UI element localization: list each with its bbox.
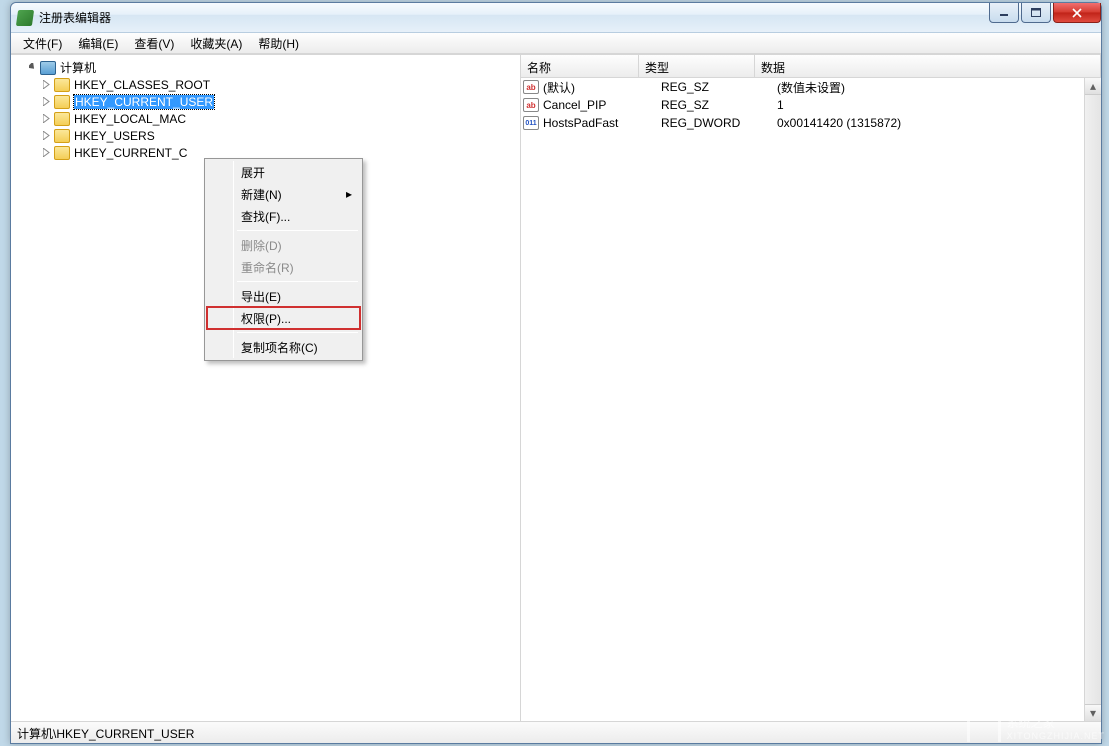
tree-pane[interactable]: 计算机 HKEY_CLASSES_ROOT HKEY_CURRENT_USER … [11,55,521,721]
expand-toggle-icon[interactable] [41,113,53,125]
folder-icon [54,146,70,160]
titlebar[interactable]: 注册表编辑器 [11,3,1101,33]
ctx-label: 展开 [241,164,265,181]
list-body: ab (默认) REG_SZ (数值未设置) ab Cancel_PIP REG… [521,78,1101,721]
registry-editor-window: 注册表编辑器 文件(F) 编辑(E) 查看(V) 收藏夹(A) 帮助(H) [10,2,1102,744]
window-title: 注册表编辑器 [39,9,111,26]
ctx-label: 新建(N) [241,186,282,203]
ctx-export[interactable]: 导出(E) [207,285,360,307]
scroll-down-arrow-icon[interactable]: ▾ [1085,704,1101,721]
list-header: 名称 类型 数据 [521,55,1101,78]
ctx-separator [237,281,358,282]
menu-favorites[interactable]: 收藏夹(A) [182,33,250,54]
tree-key-hkcu[interactable]: HKEY_CURRENT_USER [13,93,520,110]
expand-toggle-icon[interactable] [41,147,53,159]
tree-key-hku[interactable]: HKEY_USERS [13,127,520,144]
vertical-scrollbar[interactable]: ▴ ▾ [1084,78,1101,721]
ctx-label: 权限(P)... [241,310,291,327]
close-button[interactable] [1053,3,1101,23]
ctx-label: 导出(E) [241,288,281,305]
tree-label: HKEY_USERS [74,129,155,143]
ctx-find[interactable]: 查找(F)... [207,205,360,227]
value-list-pane[interactable]: 名称 类型 数据 ab (默认) REG_SZ (数值未设置) ab Cance… [521,55,1101,721]
cell-type: REG_SZ [661,80,777,94]
list-row[interactable]: 011 HostsPadFast REG_DWORD 0x00141420 (1… [521,114,1101,132]
ctx-label: 删除(D) [241,237,282,254]
tree-root-computer[interactable]: 计算机 [13,59,520,76]
tree-label: 计算机 [60,59,96,76]
folder-icon [54,78,70,92]
cell-type: REG_DWORD [661,116,777,130]
ctx-label: 查找(F)... [241,208,290,225]
folder-icon [54,95,70,109]
expand-toggle-icon[interactable] [41,96,53,108]
tree-key-hklm[interactable]: HKEY_LOCAL_MAC [13,110,520,127]
col-header-data[interactable]: 数据 [755,55,1101,77]
tree-key-hkcr[interactable]: HKEY_CLASSES_ROOT [13,76,520,93]
expand-toggle-icon[interactable] [41,130,53,142]
minimize-button[interactable] [989,3,1019,23]
ctx-permissions[interactable]: 权限(P)... [207,307,360,329]
cell-type: REG_SZ [661,98,777,112]
folder-icon [54,129,70,143]
ctx-expand[interactable]: 展开 [207,161,360,183]
cell-name: Cancel_PIP [543,98,661,112]
maximize-button[interactable] [1021,3,1051,23]
expand-toggle-icon[interactable] [41,79,53,91]
scroll-up-arrow-icon[interactable]: ▴ [1085,78,1101,95]
string-value-icon: ab [523,80,539,94]
dword-value-icon: 011 [523,116,539,130]
computer-icon [40,61,56,75]
col-header-type[interactable]: 类型 [639,55,755,77]
list-row[interactable]: ab Cancel_PIP REG_SZ 1 [521,96,1101,114]
window-controls [987,3,1101,23]
submenu-arrow-icon: ▸ [346,187,352,201]
expand-toggle-icon[interactable] [27,62,39,74]
regedit-icon [16,10,34,26]
ctx-label: 重命名(R) [241,259,294,276]
menu-file[interactable]: 文件(F) [15,33,70,54]
cell-name: (默认) [543,79,661,96]
minimize-icon [999,9,1009,17]
close-icon [1072,8,1082,18]
cell-data: 0x00141420 (1315872) [777,116,1101,130]
cell-name: HostsPadFast [543,116,661,130]
statusbar: 计算机\HKEY_CURRENT_USER [11,721,1101,743]
list-row[interactable]: ab (默认) REG_SZ (数值未设置) [521,78,1101,96]
menu-edit[interactable]: 编辑(E) [70,33,126,54]
col-header-name[interactable]: 名称 [521,55,639,77]
ctx-separator [237,230,358,231]
context-menu: 展开 新建(N) ▸ 查找(F)... 删除(D) 重命名(R) 导出(E) 权… [204,158,363,361]
ctx-rename: 重命名(R) [207,256,360,278]
cell-data: (数值未设置) [777,79,1101,96]
ctx-label: 复制项名称(C) [241,339,318,356]
menu-help[interactable]: 帮助(H) [250,33,307,54]
content-area: 计算机 HKEY_CLASSES_ROOT HKEY_CURRENT_USER … [11,54,1101,721]
status-path: 计算机\HKEY_CURRENT_USER [17,727,194,741]
menubar: 文件(F) 编辑(E) 查看(V) 收藏夹(A) 帮助(H) [11,33,1101,54]
maximize-icon [1031,8,1041,18]
string-value-icon: ab [523,98,539,112]
tree-label: HKEY_CURRENT_C [74,146,187,160]
registry-tree: 计算机 HKEY_CLASSES_ROOT HKEY_CURRENT_USER … [11,55,520,161]
ctx-copy-key-name[interactable]: 复制项名称(C) [207,336,360,358]
folder-icon [54,112,70,126]
ctx-new[interactable]: 新建(N) ▸ [207,183,360,205]
tree-label: HKEY_LOCAL_MAC [74,112,186,126]
ctx-separator [237,332,358,333]
tree-label: HKEY_CLASSES_ROOT [74,78,210,92]
tree-label: HKEY_CURRENT_USER [74,95,214,109]
cell-data: 1 [777,98,1101,112]
menu-view[interactable]: 查看(V) [126,33,182,54]
ctx-delete: 删除(D) [207,234,360,256]
